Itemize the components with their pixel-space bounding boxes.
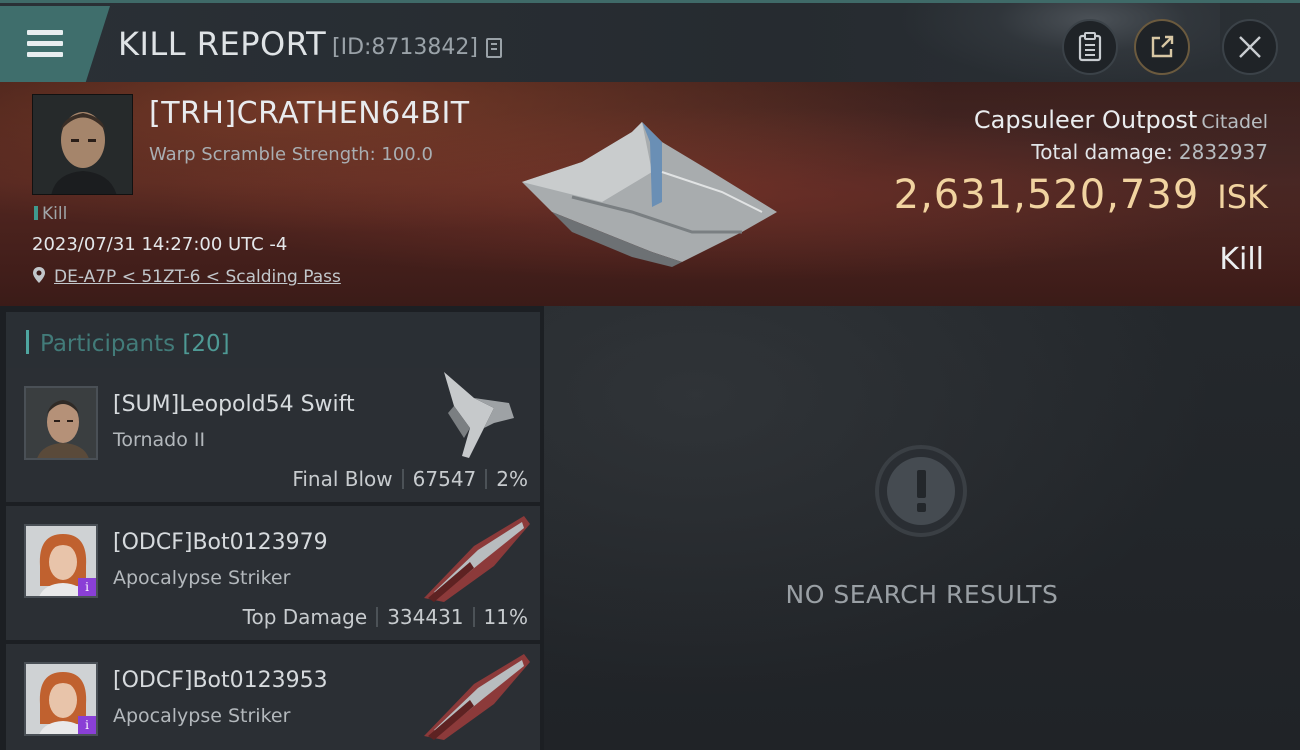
participants-panel[interactable]: Participants [20] [SUM]Leopold54 Swift T… — [0, 306, 544, 750]
structure-type: Capsuleer Outpost Citadel — [974, 106, 1268, 134]
location-pin-icon — [33, 267, 45, 283]
participant-name[interactable]: [SUM]Leopold54 Swift — [113, 392, 355, 417]
report-id: [ID:8713842] — [332, 35, 478, 60]
victim-avatar[interactable] — [32, 94, 133, 195]
participant-ship: Apocalypse Striker — [113, 567, 291, 589]
participant-role: Final Blow — [292, 467, 393, 491]
participant-avatar[interactable] — [24, 386, 98, 460]
result-tag: Kill — [34, 204, 67, 224]
pilot-badge-icon: i — [78, 578, 96, 596]
participant-damage: 67547 — [412, 467, 477, 491]
victim-pilot-name[interactable]: [TRH]CRATHEN64BIT — [149, 96, 470, 131]
participant-ship-image — [444, 372, 514, 458]
clipboard-icon — [1078, 32, 1102, 62]
menu-button[interactable] — [0, 6, 110, 82]
participants-header[interactable]: Participants [20] — [6, 312, 540, 370]
structure-name: Capsuleer Outpost — [973, 106, 1198, 134]
results-panel: NO SEARCH RESULTS — [544, 306, 1300, 750]
copy-icon[interactable] — [486, 38, 502, 58]
isk-unit: ISK — [1217, 178, 1268, 216]
no-results-text: NO SEARCH RESULTS — [785, 580, 1059, 609]
share-icon — [1151, 35, 1174, 58]
warp-scramble-strength: Warp Scramble Strength: 100.0 — [149, 144, 433, 165]
exclamation-icon — [875, 445, 967, 537]
participant-ship: Tornado II — [113, 429, 206, 451]
kill-location: DE-A7P < 51ZT-6 < Scalding Pass — [32, 266, 341, 287]
participant-percent: 11% — [483, 605, 528, 629]
participant-stats: Final Blow 67547 2% — [292, 467, 528, 491]
kill-label: Kill — [1219, 242, 1264, 277]
participant-role: Top Damage — [242, 605, 368, 629]
participant-name[interactable]: [ODCF]Bot0123953 — [113, 668, 328, 693]
participant-avatar[interactable]: i — [24, 524, 98, 598]
participant-ship-image — [424, 516, 530, 602]
isk-value: 2,631,520,739 ISK — [894, 172, 1268, 218]
participant-row[interactable]: [SUM]Leopold54 Swift Tornado II Final Bl… — [6, 368, 540, 502]
structure-class: Citadel — [1201, 111, 1268, 133]
total-damage-label: Total damage: — [1031, 140, 1173, 164]
clipboard-button[interactable] — [1062, 19, 1118, 75]
participant-stats: Top Damage 334431 11% — [243, 605, 528, 629]
participant-ship: Apocalypse Striker — [113, 705, 291, 727]
participant-ship-image — [424, 654, 530, 740]
participant-percent: 2% — [496, 467, 528, 491]
participant-damage: 334431 — [387, 605, 464, 629]
participants-accent — [26, 330, 29, 354]
close-icon — [1239, 36, 1261, 58]
total-damage-value: 2832937 — [1178, 140, 1268, 164]
participant-row[interactable]: i [ODCF]Bot0123979 Apocalypse Striker To… — [6, 506, 540, 640]
participant-row[interactable]: i [ODCF]Bot0123953 Apocalypse Striker — [6, 644, 540, 750]
top-bar: KILL REPORT [ID:8713842] — [0, 0, 1300, 85]
isk-amount: 2,631,520,739 — [893, 172, 1200, 218]
result-tag-label: Kill — [42, 204, 68, 224]
participants-title: Participants [20] — [40, 331, 230, 357]
participant-avatar[interactable]: i — [24, 662, 98, 736]
location-link[interactable]: DE-A7P < 51ZT-6 < Scalding Pass — [54, 267, 341, 287]
hamburger-menu-icon — [27, 30, 63, 58]
total-damage: Total damage: 2832937 — [1031, 140, 1268, 164]
page-title: KILL REPORT — [118, 25, 327, 63]
pilot-badge-icon: i — [78, 716, 96, 734]
victim-structure-image — [522, 122, 777, 267]
participants-label: Participants — [40, 331, 176, 357]
participants-count: [20] — [182, 331, 230, 357]
share-button[interactable] — [1134, 19, 1190, 75]
close-button[interactable] — [1222, 19, 1278, 75]
kill-timestamp: 2023/07/31 14:27:00 UTC -4 — [32, 234, 288, 255]
victim-banner: [TRH]CRATHEN64BIT Warp Scramble Strength… — [0, 82, 1300, 306]
participant-name[interactable]: [ODCF]Bot0123979 — [113, 530, 328, 555]
